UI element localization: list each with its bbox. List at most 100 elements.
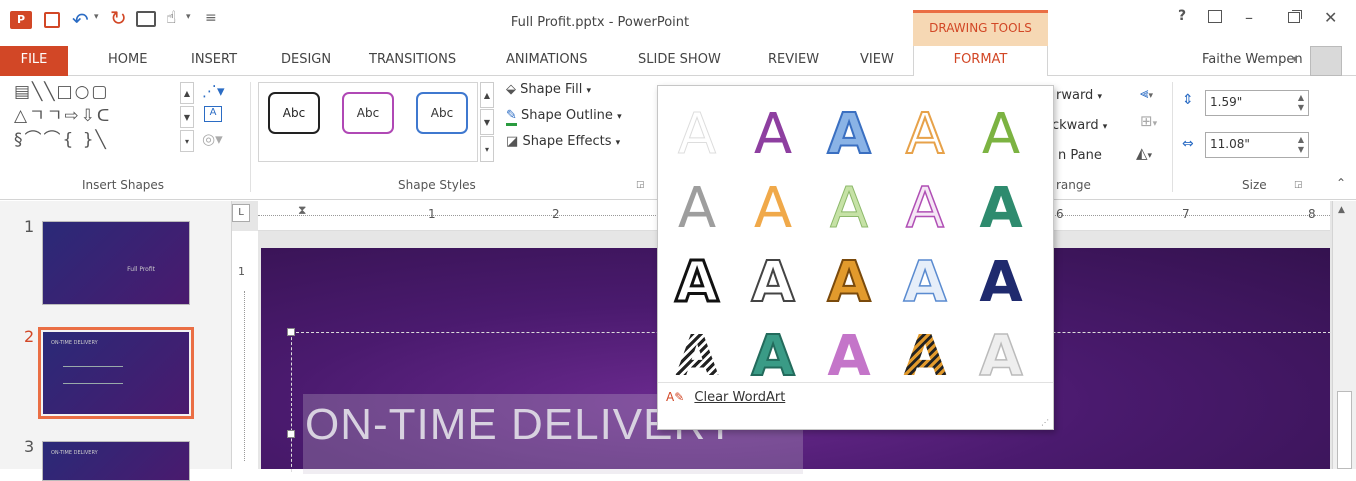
shape-styles-group-label: Shape Styles	[398, 178, 476, 192]
shape-outline-label: Shape Outline	[521, 108, 613, 123]
wordart-style-12[interactable]: A	[738, 246, 808, 320]
tab-view[interactable]: VIEW	[860, 52, 894, 67]
slide-thumbnail-title: ON-TIME DELIVERY	[51, 340, 98, 346]
resize-handle[interactable]	[287, 328, 295, 336]
height-spinner-icon[interactable]: ▲ ▼	[1298, 93, 1304, 113]
vertical-scrollbar[interactable]: ▲	[1332, 201, 1356, 469]
shape-width-input[interactable]: 11.08" ▲ ▼	[1205, 132, 1309, 158]
effects-icon: ◪	[506, 134, 519, 149]
tab-review[interactable]: REVIEW	[768, 52, 819, 67]
restore-icon[interactable]	[1288, 12, 1300, 23]
chevron-down-icon: ▾	[586, 86, 592, 96]
resize-grip-icon[interactable]: ⋰	[1041, 418, 1049, 427]
shapes-more[interactable]: ▾	[180, 130, 194, 152]
slide-thumbnail-1[interactable]: Full Profit	[42, 221, 190, 305]
minimize-button[interactable]: –	[1245, 8, 1253, 27]
tab-home[interactable]: HOME	[108, 52, 147, 67]
width-icon: ⇔	[1182, 136, 1194, 152]
wordart-style-3[interactable]: A	[814, 98, 884, 172]
style-thumb-blue[interactable]: Abc	[416, 92, 468, 134]
shape-fill-button[interactable]: ⬙ Shape Fill ▾	[506, 82, 591, 97]
wordart-style-15[interactable]: A	[966, 246, 1036, 320]
selection-pane-button[interactable]: n Pane	[1058, 148, 1102, 163]
shapes-row-2: △ㄱㄱ⇨⇩ᑕ	[14, 106, 112, 126]
edit-shape-icon[interactable]: ⋰▾	[202, 82, 225, 100]
wordart-style-10[interactable]: A	[966, 172, 1036, 246]
wordart-style-2[interactable]: A	[738, 98, 808, 172]
width-spinner-icon[interactable]: ▲ ▼	[1298, 135, 1304, 155]
dialog-launcher-icon[interactable]: ◲	[636, 180, 645, 190]
style-thumb-purple[interactable]: Abc	[342, 92, 394, 134]
tab-format[interactable]: FORMAT	[913, 46, 1048, 77]
close-button[interactable]: ✕	[1324, 8, 1337, 27]
scroll-up-icon[interactable]: ▲	[1338, 205, 1345, 215]
shapes-row-1: ▤╲╲□○▢	[14, 82, 110, 102]
slide-thumbnail-2[interactable]: ON-TIME DELIVERY	[43, 332, 189, 414]
wordart-style-5[interactable]: A	[966, 98, 1036, 172]
slide-number: 1	[24, 217, 35, 236]
tab-animations[interactable]: ANIMATIONS	[506, 52, 588, 67]
bring-forward-button[interactable]: rward ▾	[1056, 88, 1102, 103]
tab-insert[interactable]: INSERT	[191, 52, 237, 67]
tab-slide-show[interactable]: SLIDE SHOW	[638, 52, 721, 67]
style-thumb-black[interactable]: Abc	[268, 92, 320, 134]
wordart-style-14[interactable]: A	[890, 246, 960, 320]
tab-design[interactable]: DESIGN	[281, 52, 331, 67]
send-backward-label: ckward	[1052, 118, 1099, 133]
tab-file-label: FILE	[20, 52, 48, 67]
height-icon: ⇕	[1182, 92, 1194, 108]
tab-selector[interactable]: L	[232, 204, 250, 222]
size-dialog-launcher-icon[interactable]: ◲	[1294, 180, 1303, 190]
indent-marker-icon[interactable]: ⧗	[298, 203, 306, 218]
ruler-number: 1	[238, 265, 245, 278]
wordart-style-4[interactable]: A	[890, 98, 960, 172]
wordart-style-7[interactable]: A	[738, 172, 808, 246]
bring-forward-label: rward	[1056, 88, 1094, 103]
tab-transitions[interactable]: TRANSITIONS	[369, 52, 456, 67]
shapes-gallery[interactable]: ▤╲╲□○▢ △ㄱㄱ⇨⇩ᑕ §⌒⌒{ }╲	[14, 80, 180, 158]
shapes-scroll-down[interactable]: ▼	[180, 106, 194, 128]
clear-wordart-item[interactable]: A✎ Clear WordArt	[666, 390, 785, 405]
shape-height-input[interactable]: 1.59" ▲ ▼	[1205, 90, 1309, 116]
wordart-style-8[interactable]: A	[814, 172, 884, 246]
wordart-style-9[interactable]: A	[890, 172, 960, 246]
slide-thumbnail-3[interactable]: ON-TIME DELIVERY	[42, 441, 190, 481]
align-icon[interactable]: ⫷▾	[1140, 84, 1153, 102]
user-dropdown-icon[interactable]: ▾	[1292, 54, 1297, 65]
ribbon-display-icon[interactable]	[1208, 10, 1222, 23]
tab-file[interactable]: FILE	[0, 46, 68, 76]
styles-scroll-down[interactable]: ▼	[480, 109, 494, 135]
shape-outline-button[interactable]: ✎ Shape Outline ▾	[506, 108, 622, 126]
scroll-thumb[interactable]	[1337, 391, 1352, 469]
wordart-style-13[interactable]: A	[814, 246, 884, 320]
vertical-ruler[interactable]: 1	[232, 231, 258, 469]
shape-effects-button[interactable]: ◪ Shape Effects ▾	[506, 134, 620, 149]
text-box-icon[interactable]: A	[204, 106, 222, 122]
clear-wordart-label: Clear WordArt	[694, 390, 786, 405]
ruler-number: 2	[552, 207, 560, 221]
ruler-number: 6	[1056, 207, 1064, 221]
slide-number: 3	[24, 437, 35, 456]
avatar[interactable]	[1310, 46, 1342, 76]
user-name[interactable]: Faithe Wempen	[1202, 52, 1303, 67]
wordart-style-6[interactable]: A	[662, 172, 732, 246]
wordart-style-1[interactable]: A	[662, 98, 732, 172]
styles-more[interactable]: ▾	[480, 136, 494, 162]
wordart-style-11[interactable]: A	[662, 246, 732, 320]
shape-fill-label: Shape Fill	[520, 82, 583, 97]
styles-scroll-up[interactable]: ▲	[480, 82, 494, 108]
merge-shapes-icon[interactable]: ◎▾	[202, 130, 223, 148]
help-button[interactable]: ?	[1178, 8, 1186, 24]
slide-thumbnail-title: Full Profit	[127, 266, 155, 273]
collapse-ribbon-icon[interactable]: ⌃	[1336, 176, 1346, 190]
arrange-group-label: range	[1056, 178, 1091, 192]
ruler-number: 8	[1308, 207, 1316, 221]
rotate-icon[interactable]: ◭▾	[1136, 144, 1152, 162]
vertical-ruler-ticks	[244, 291, 245, 461]
resize-handle[interactable]	[287, 430, 295, 438]
send-backward-button[interactable]: ckward ▾	[1052, 118, 1107, 133]
size-group-label: Size	[1242, 178, 1267, 192]
group-icon[interactable]: ⊞▾	[1140, 112, 1157, 130]
chevron-down-icon: ▾	[1102, 122, 1108, 132]
shapes-scroll-up[interactable]: ▲	[180, 82, 194, 104]
